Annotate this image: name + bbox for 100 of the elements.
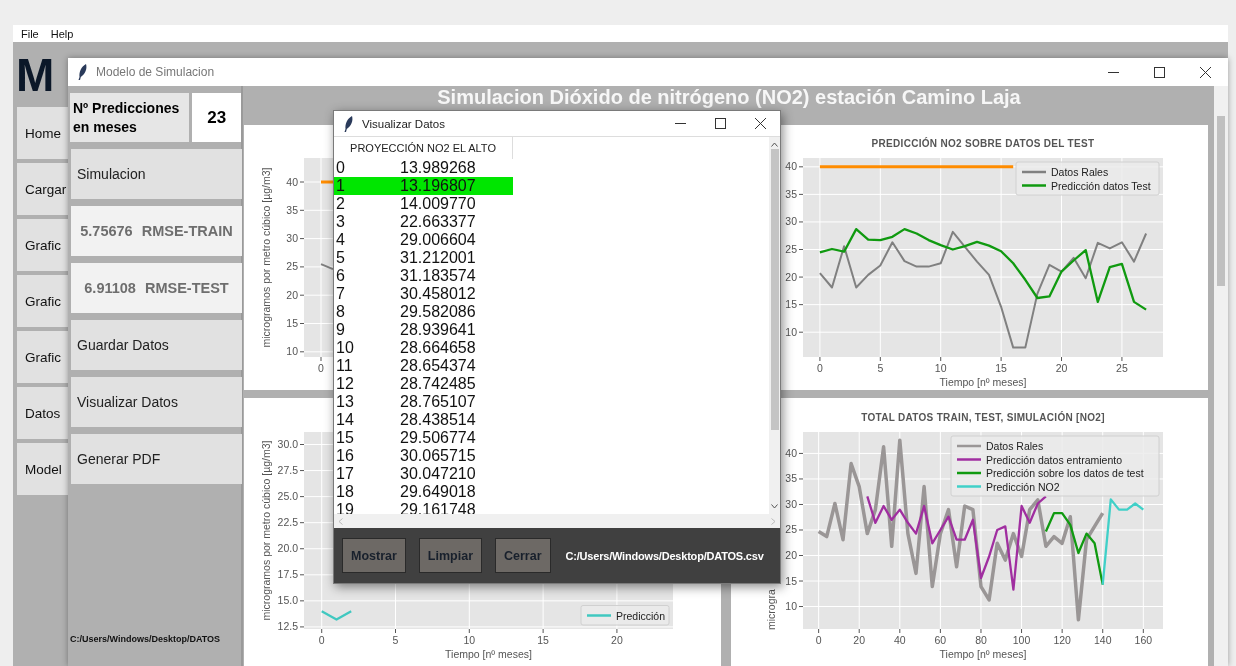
tick-label: 40 [785, 160, 797, 173]
legend-label: Datos Rales [986, 440, 1044, 452]
row-index: 14 [335, 411, 355, 429]
nav-button[interactable]: Cargar [17, 163, 68, 215]
sidebar-button[interactable]: Guardar Datos [71, 320, 242, 370]
minimize-icon[interactable] [1107, 70, 1119, 74]
tick-label: 0 [815, 634, 822, 646]
table-row[interactable]: 16 30.065715 [334, 447, 513, 465]
tick-label: 30.0 [277, 438, 298, 450]
file-path: C:/Users/Windows/Desktop/DATOS.csv [565, 549, 764, 562]
table-cell: 13.196807 [400, 177, 476, 195]
nav-button[interactable]: Grafic [17, 275, 68, 327]
tick-label: 60 [934, 634, 947, 646]
tick-label: 15 [286, 317, 298, 329]
table-row[interactable]: 6 31.183574 [334, 267, 513, 285]
table-row[interactable]: 7 30.458012 [334, 285, 513, 303]
nav-button[interactable]: Grafic [17, 331, 68, 383]
dialog-title: Visualizar Datos [362, 117, 446, 130]
scroll-thumb[interactable] [770, 149, 779, 430]
tick-label: 15 [785, 574, 797, 587]
axis-label: Tiempo [nº meses] [939, 376, 1027, 388]
tick-label: 15 [537, 634, 549, 646]
tick-label: 10 [463, 634, 476, 646]
table-row[interactable]: 2 14.009770 [334, 195, 513, 213]
tick-label: 160 [1134, 634, 1153, 646]
table-row[interactable]: 4 29.006604 [334, 231, 513, 249]
table-row[interactable]: 13 28.765107 [334, 393, 513, 411]
tick-label: 27.5 [277, 464, 298, 477]
maximize-icon[interactable] [1153, 66, 1165, 78]
nav-button[interactable]: Grafic [17, 219, 68, 271]
metric-label: RMSE-TRAIN [141, 223, 233, 239]
scroll-thumb[interactable] [1217, 116, 1225, 286]
table-row[interactable]: 17 30.047210 [334, 465, 513, 483]
row-index: 2 [335, 195, 346, 213]
table-cell: 30.458012 [400, 285, 476, 303]
tick-label: 15.0 [277, 594, 298, 607]
row-index: 7 [335, 285, 346, 303]
chevron-down-icon[interactable] [771, 504, 778, 509]
table-cell: 28.438514 [400, 411, 476, 429]
sidebar-button[interactable]: Simulacion [71, 149, 242, 199]
tick-label: 5 [392, 634, 399, 646]
row-index: 6 [335, 267, 346, 285]
table-row[interactable]: 5 31.212001 [334, 249, 513, 267]
scrollbar[interactable] [769, 137, 780, 514]
tick-label: 35 [785, 187, 797, 200]
legend-label: Predicción sobre los datos de test [986, 467, 1144, 479]
nav-button[interactable]: Home [17, 107, 68, 159]
tick-label: 100 [1012, 634, 1031, 646]
row-index: 4 [335, 231, 346, 249]
tick-label: 30 [286, 232, 298, 245]
sidebar-button[interactable]: Visualizar Datos [71, 377, 242, 427]
table-cell: 30.065715 [400, 447, 476, 465]
legend-label: Predicción datos Test [1051, 179, 1151, 192]
tick-label: 20 [785, 270, 797, 283]
table-cell: 28.765107 [400, 393, 476, 411]
minimize-icon[interactable] [674, 122, 686, 125]
metric-label: RMSE-TEST [144, 280, 229, 296]
table-cell: 30.047210 [400, 465, 476, 483]
table-row[interactable]: 0 13.989268 [334, 159, 513, 177]
predictions-field[interactable]: 23 [192, 93, 241, 142]
close-icon[interactable] [754, 118, 766, 129]
table-row[interactable]: 12 28.742485 [334, 375, 513, 393]
table-row[interactable]: 9 28.939641 [334, 321, 513, 339]
row-index: 0 [335, 159, 346, 177]
maximize-icon[interactable] [714, 118, 726, 129]
feather-icon [78, 64, 88, 80]
table-row[interactable]: 18 29.649018 [334, 483, 513, 501]
nav-button[interactable]: Datos [17, 387, 68, 439]
legend-swatch [957, 444, 981, 448]
table-row[interactable]: 1 13.196807 [334, 177, 513, 195]
menu-item[interactable]: File [21, 27, 39, 40]
feather-icon [344, 115, 354, 132]
table-row[interactable]: 14 28.438514 [334, 411, 513, 429]
sidebar-button[interactable]: Generar PDF [71, 434, 242, 484]
close-icon[interactable] [1199, 66, 1211, 78]
table-row[interactable]: 11 28.654374 [334, 357, 513, 375]
menu-item[interactable]: Help [50, 27, 74, 40]
row-index: 5 [335, 249, 346, 267]
table-row[interactable]: 8 29.582086 [334, 303, 513, 321]
tick-label: 5 [877, 362, 884, 374]
axis-label: Tiempo [nº meses] [939, 648, 1027, 660]
table-cell: 29.582086 [400, 303, 476, 321]
table-cell: 28.664658 [400, 339, 476, 357]
tick-label: 20 [286, 288, 298, 301]
table-row[interactable]: 3 22.663377 [334, 213, 513, 231]
table-row[interactable]: 15 29.506774 [334, 429, 513, 447]
table-cell: 28.939641 [400, 321, 476, 339]
legend-swatch [1022, 170, 1046, 174]
tick-label: 80 [975, 634, 987, 646]
table-row[interactable]: 10 28.664658 [334, 339, 513, 357]
table-cell: 29.006604 [400, 231, 476, 249]
tick-label: 10 [785, 600, 797, 613]
tick-label: 17.5 [277, 568, 298, 581]
tick-label: 12.5 [277, 620, 298, 633]
nav-button[interactable]: Model [17, 443, 68, 495]
scrollbar[interactable] [1214, 86, 1228, 666]
chevron-up-icon[interactable] [771, 142, 778, 147]
tick-label: 35 [785, 472, 797, 485]
tick-label: 25 [1116, 362, 1128, 374]
tick-label: 25 [785, 243, 797, 255]
